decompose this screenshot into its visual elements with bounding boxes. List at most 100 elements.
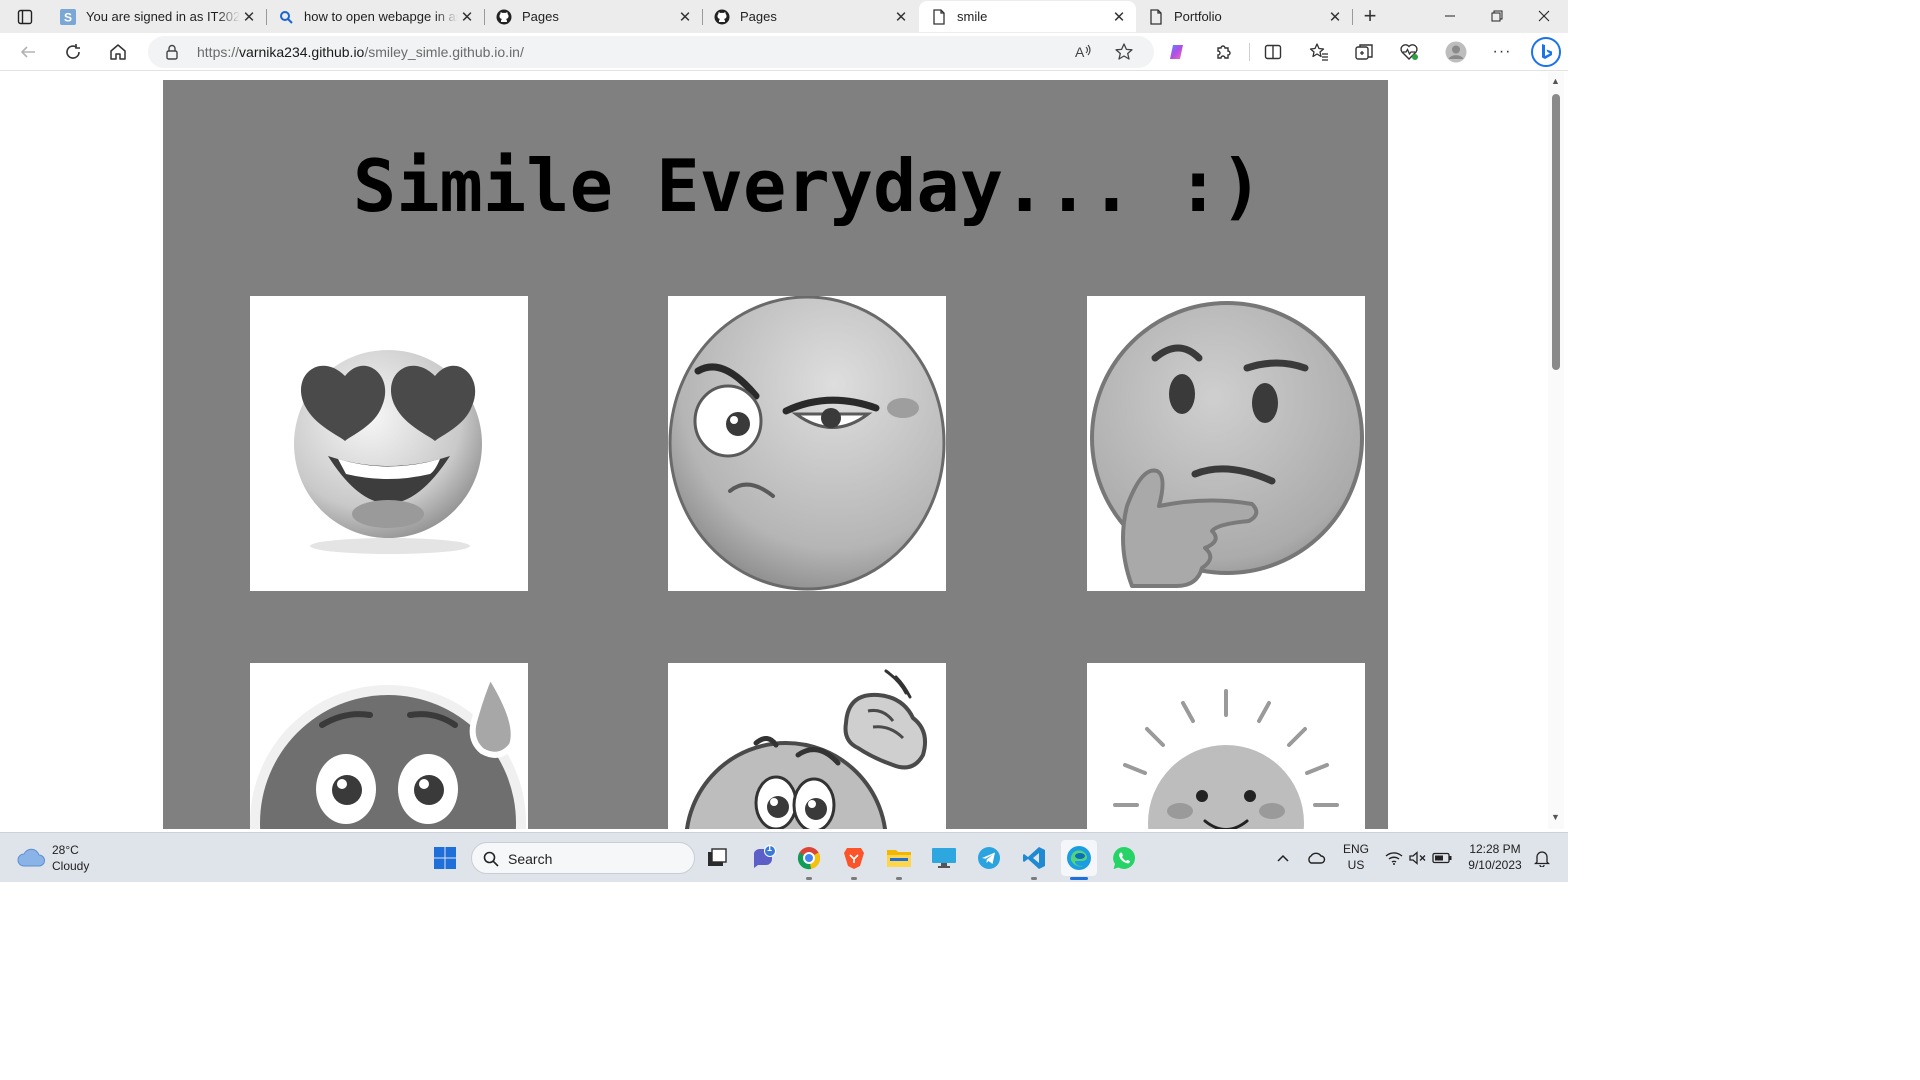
scroll-down-arrow-icon[interactable]: ▼ — [1551, 812, 1560, 822]
page-icon — [931, 8, 947, 25]
weather-temp: 28°C — [52, 843, 79, 857]
home-button[interactable] — [102, 36, 134, 68]
show-hidden-icons-button[interactable] — [1265, 840, 1301, 876]
folder-icon — [887, 850, 911, 867]
clock-time: 12:28 PM — [1469, 842, 1521, 856]
lock-icon[interactable] — [164, 43, 180, 66]
running-indicator — [1031, 877, 1037, 880]
brave-button[interactable] — [836, 840, 872, 876]
chrome-button[interactable] — [791, 840, 827, 876]
clock[interactable]: 12:28 PM 9/10/2023 — [1462, 841, 1528, 873]
tab-title: Pages — [522, 9, 559, 24]
tab-title: smile — [957, 9, 988, 24]
chevron-up-icon — [1277, 854, 1289, 862]
s-square-icon: S — [60, 8, 76, 25]
tab-title: Portfolio — [1174, 9, 1222, 24]
vertical-scrollbar[interactable]: ▲ ▼ — [1548, 72, 1564, 829]
battery-status[interactable] — [1430, 840, 1454, 876]
tab-search[interactable]: how to open webapge in an ✕ — [266, 1, 485, 32]
extensions-button[interactable] — [1208, 36, 1240, 68]
teams-chat-button[interactable]: 1 — [745, 840, 781, 876]
refresh-button[interactable] — [57, 36, 89, 68]
notification-badge: 1 — [767, 843, 773, 853]
back-arrow-icon — [20, 46, 35, 58]
close-icon[interactable]: ✕ — [676, 8, 694, 26]
bing-icon — [1531, 37, 1561, 67]
close-icon[interactable]: ✕ — [240, 8, 258, 26]
onedrive-cloud-icon — [1308, 852, 1326, 864]
telegram-button[interactable] — [971, 840, 1007, 876]
running-indicator — [896, 877, 902, 880]
tab-pages-2[interactable]: Pages ✕ — [702, 1, 918, 32]
taskbar-search[interactable]: Search — [471, 842, 695, 874]
onedrive-button[interactable] — [1298, 840, 1334, 876]
monitor-icon — [932, 848, 956, 868]
page-viewport: Simile Everyday... :) — [4, 72, 1548, 829]
language-code: ENG — [1342, 842, 1369, 856]
split-screen-button[interactable] — [1257, 36, 1289, 68]
content-panel: Simile Everyday... :) — [163, 80, 1388, 829]
url-scheme: https:// — [197, 44, 240, 60]
scroll-up-arrow-icon[interactable]: ▲ — [1551, 76, 1560, 86]
favorites-button[interactable] — [1303, 36, 1335, 68]
favorite-star-icon[interactable] — [1114, 42, 1134, 67]
scrollbar-thumb[interactable] — [1552, 94, 1560, 370]
smiling-sun-emoji — [1113, 689, 1339, 829]
close-icon[interactable]: ✕ — [458, 8, 476, 26]
address-bar[interactable]: https://varnika234.github.io/smiley_siml… — [148, 36, 1154, 68]
tab-signed-in[interactable]: S You are signed in as IT20210 ✕ — [48, 1, 267, 32]
brave-lion-icon — [844, 848, 864, 869]
close-icon[interactable]: ✕ — [1110, 8, 1128, 26]
new-tab-button[interactable]: + — [1356, 3, 1384, 28]
refresh-icon — [66, 44, 80, 59]
copilot-extension-button[interactable] — [1162, 36, 1194, 68]
url-path: /smiley_simle.github.io.in/ — [364, 44, 524, 60]
back-button[interactable] — [12, 36, 44, 68]
restore-button[interactable] — [1473, 0, 1521, 32]
github-icon — [714, 9, 730, 25]
minimize-button[interactable] — [1426, 0, 1474, 32]
speaker-muted-icon — [1409, 851, 1426, 865]
bell-icon — [1534, 851, 1550, 867]
wifi-status[interactable] — [1382, 840, 1406, 876]
tab-smile[interactable]: smile ✕ — [919, 1, 1136, 32]
thinking-emoji — [1090, 301, 1364, 588]
close-window-button[interactable] — [1520, 0, 1568, 32]
settings-menu-button[interactable]: ··· — [1486, 36, 1518, 68]
file-explorer-button[interactable] — [881, 840, 917, 876]
url-text[interactable]: https://varnika234.github.io/smiley_siml… — [197, 44, 524, 60]
search-label: Search — [508, 851, 553, 867]
language-indicator[interactable]: ENG US — [1336, 841, 1376, 873]
whatsapp-button[interactable] — [1106, 840, 1142, 876]
read-aloud-icon[interactable]: A — [1074, 42, 1094, 67]
profile-button[interactable] — [1440, 36, 1472, 68]
chrome-icon — [797, 847, 821, 870]
running-indicator — [851, 877, 857, 880]
page-icon — [1148, 8, 1164, 25]
puzzle-icon — [1217, 45, 1231, 59]
search-icon — [483, 851, 499, 867]
emoji-card — [250, 663, 528, 829]
url-host: varnika234.github.io — [239, 44, 365, 60]
edge-button[interactable] — [1061, 840, 1097, 876]
close-icon[interactable]: ✕ — [892, 8, 910, 26]
task-view-button[interactable] — [699, 840, 735, 876]
bing-copilot-button[interactable] — [1528, 36, 1564, 68]
anxious-sweat-emoji — [250, 668, 526, 829]
tab-actions-button[interactable] — [8, 4, 42, 30]
avatar — [1445, 41, 1467, 63]
tab-portfolio[interactable]: Portfolio ✕ — [1136, 1, 1353, 32]
browser-essentials-button[interactable] — [1393, 36, 1425, 68]
close-icon[interactable]: ✕ — [1326, 8, 1344, 26]
active-indicator — [1070, 877, 1088, 880]
home-icon — [110, 44, 126, 60]
github-icon — [496, 9, 512, 25]
collections-button[interactable] — [1348, 36, 1380, 68]
start-button[interactable] — [427, 840, 463, 876]
notifications-button[interactable] — [1530, 840, 1554, 876]
volume-status[interactable] — [1406, 840, 1430, 876]
tab-pages-1[interactable]: Pages ✕ — [484, 1, 703, 32]
vscode-button[interactable] — [1016, 840, 1052, 876]
weather-widget[interactable]: 28°C Cloudy — [16, 842, 89, 874]
remote-desktop-button[interactable] — [926, 840, 962, 876]
